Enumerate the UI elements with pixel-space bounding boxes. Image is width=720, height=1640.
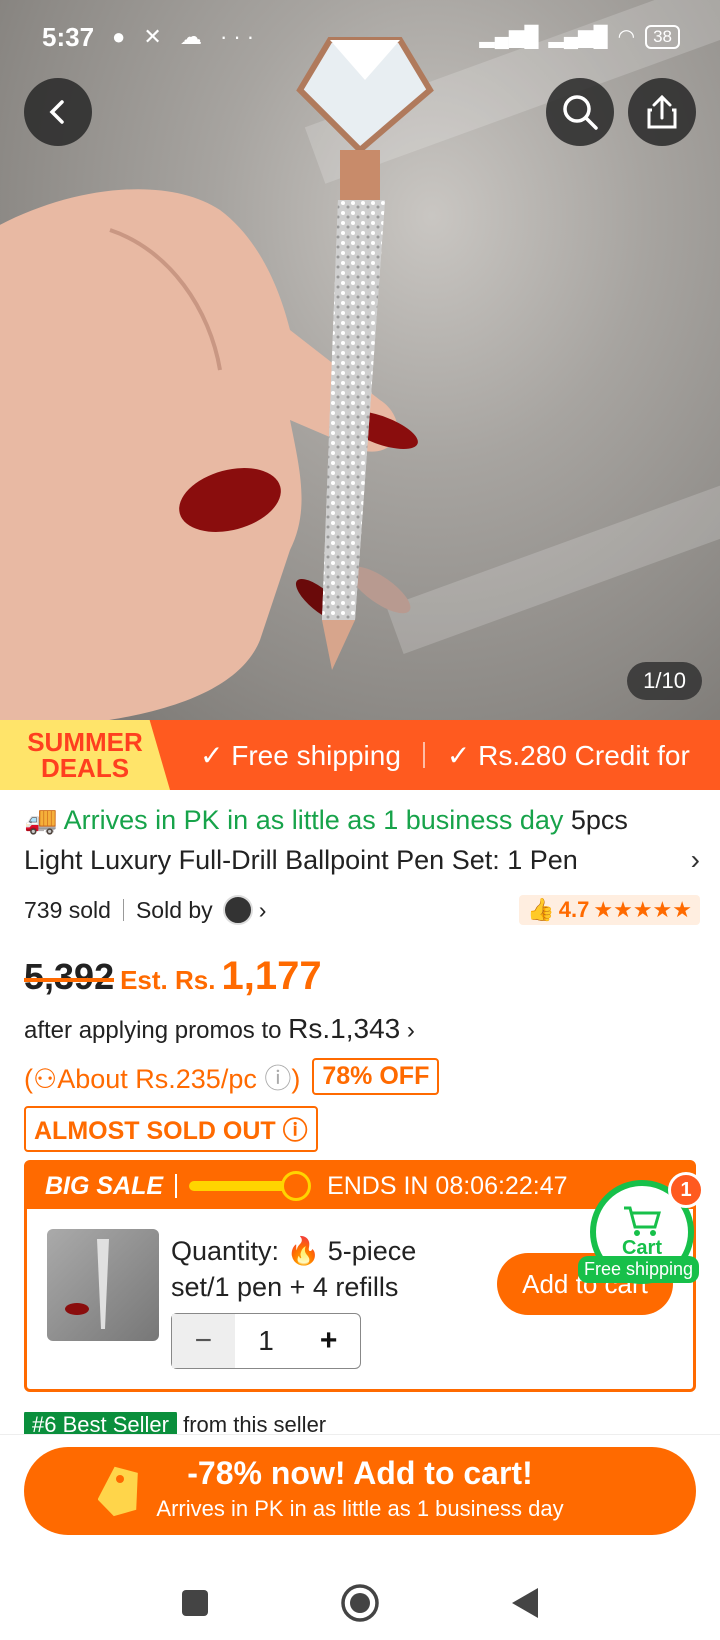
sold-count: 739 sold (24, 896, 111, 923)
search-icon (563, 95, 598, 130)
clock-icon (281, 1171, 312, 1201)
quantity-stepper[interactable]: − 1 + (171, 1313, 361, 1369)
best-seller-tag: #6 Best Seller (24, 1412, 177, 1434)
thumbs-up-icon: 👍 (527, 897, 555, 922)
summer-deals-line2: DEALS (40, 753, 130, 783)
system-nav-bar (0, 1565, 720, 1640)
per-piece-price[interactable]: (⚇About Rs.235/pc ⓘ) (24, 1057, 300, 1096)
discount-badge: 78% OFF (312, 1058, 440, 1095)
product-info: 🚚 Arrives in PK in as little as 1 busine… (24, 790, 700, 1152)
cart-free-shipping-label: Free shipping (578, 1256, 700, 1283)
share-icon (647, 94, 677, 129)
bottom-bar: -78% now! Add to cart! Arrives in PK in … (0, 1434, 720, 1640)
search-button[interactable] (546, 78, 614, 146)
best-seller-text: from this seller (183, 1412, 327, 1434)
promo-price-line[interactable]: after applying promos to Rs.1,343 › (24, 1013, 700, 1045)
status-time: 5:37 (42, 22, 95, 52)
sold-by-label: Sold by (135, 896, 213, 923)
share-button[interactable] (628, 78, 696, 146)
increment-button[interactable]: + (297, 1314, 360, 1368)
divider (122, 899, 124, 921)
almost-sold-out-text: ALMOST SOLD OUT (34, 1117, 276, 1145)
home-icon[interactable] (340, 1583, 380, 1623)
original-price: 5,392 (24, 956, 115, 997)
rating-value: 4.7 (558, 897, 590, 922)
price-row: 5,392 Est. Rs. 1,177 (24, 954, 700, 999)
summer-deals-badge: SUMMER DEALS (0, 720, 170, 790)
sale-countdown: ENDS IN 08:06:22:47 (327, 1171, 568, 1200)
quantity-input[interactable]: 1 (235, 1314, 298, 1368)
variant-thumbnail[interactable] (47, 1229, 159, 1341)
rating-badge[interactable]: 👍 4.7 ★★★★★ (519, 895, 700, 925)
cart-count-badge: 1 (668, 1172, 704, 1208)
sale-progress-bar (189, 1171, 312, 1201)
product-image[interactable]: 5:37 ● ✕ ☁ ··· ▂▄▆█ ▂▄▆█ ◠ 38 1/10 (0, 0, 720, 720)
free-shipping-label: ✓ Free shipping (200, 739, 401, 771)
notification-icons: ● ✕ ☁ ··· (112, 24, 261, 49)
back-nav-icon[interactable] (510, 1586, 540, 1620)
summer-deals-line1: SUMMER (27, 727, 143, 757)
almost-sold-out-badge[interactable]: ALMOST SOLD OUT ⓘ (24, 1106, 318, 1152)
chevron-right-icon: › (406, 1017, 415, 1044)
promo-price: Rs.1,343 (288, 1013, 401, 1044)
arrival-text: Arrives in PK in as little as 1 business… (63, 805, 564, 835)
big-sale-header: BIG SALE ENDS IN 08:06:22:47 (27, 1163, 693, 1209)
add-to-cart-cta-button[interactable]: -78% now! Add to cart! Arrives in PK in … (24, 1447, 696, 1535)
chevron-right-icon[interactable]: › (259, 897, 267, 924)
pen-image (296, 37, 434, 670)
help-icon: ⓘ (256, 1064, 292, 1094)
current-price: 1,177 (221, 954, 322, 998)
promo-text: after applying promos to (24, 1017, 282, 1044)
recents-icon[interactable] (180, 1588, 210, 1618)
quantity-label: Quantity: (171, 1236, 280, 1266)
status-bar: 5:37 ● ✕ ☁ ··· ▂▄▆█ ▂▄▆█ ◠ 38 (0, 0, 720, 80)
image-counter: 1/10 (627, 662, 702, 700)
fire-icon: 🔥 (286, 1236, 321, 1266)
chevron-right-icon: › (690, 844, 700, 875)
signal-icon: ▂▄▆█ (479, 26, 539, 48)
est-label: Est. Rs. (120, 965, 216, 995)
seller-logo[interactable] (222, 895, 253, 925)
star-rating-icon: ★★★★★ (593, 897, 692, 922)
product-title[interactable]: 🚚 Arrives in PK in as little as 1 busine… (24, 800, 700, 880)
promo-banner[interactable]: SUMMER DEALS ✓ Free shipping ✓ Rs.280 Cr… (0, 720, 720, 790)
per-piece-text: About Rs.235/pc (57, 1064, 257, 1094)
quantity-text: Quantity: 🔥 5-piece set/1 pen + 4 refill… (171, 1233, 461, 1305)
best-seller-row[interactable]: #6 Best Seller from this seller (24, 1412, 696, 1434)
wifi-icon: ◠ (617, 26, 636, 48)
decrement-button[interactable]: − (172, 1314, 235, 1368)
help-icon: ⓘ (282, 1117, 308, 1145)
price-tag-icon (98, 1466, 138, 1517)
cart-icon (624, 1206, 661, 1236)
signal-icon-2: ▂▄▆█ (548, 26, 608, 48)
divider (175, 1174, 178, 1198)
credit-label: ✓ Rs.280 Credit for (446, 739, 690, 771)
back-button[interactable] (24, 78, 92, 146)
big-sale-label: BIG SALE (45, 1171, 164, 1200)
truck-icon: 🚚 (24, 805, 58, 835)
chevron-left-icon (49, 100, 64, 124)
unit-icon: ⚇ (33, 1064, 58, 1094)
battery-icon: 38 (645, 24, 680, 49)
